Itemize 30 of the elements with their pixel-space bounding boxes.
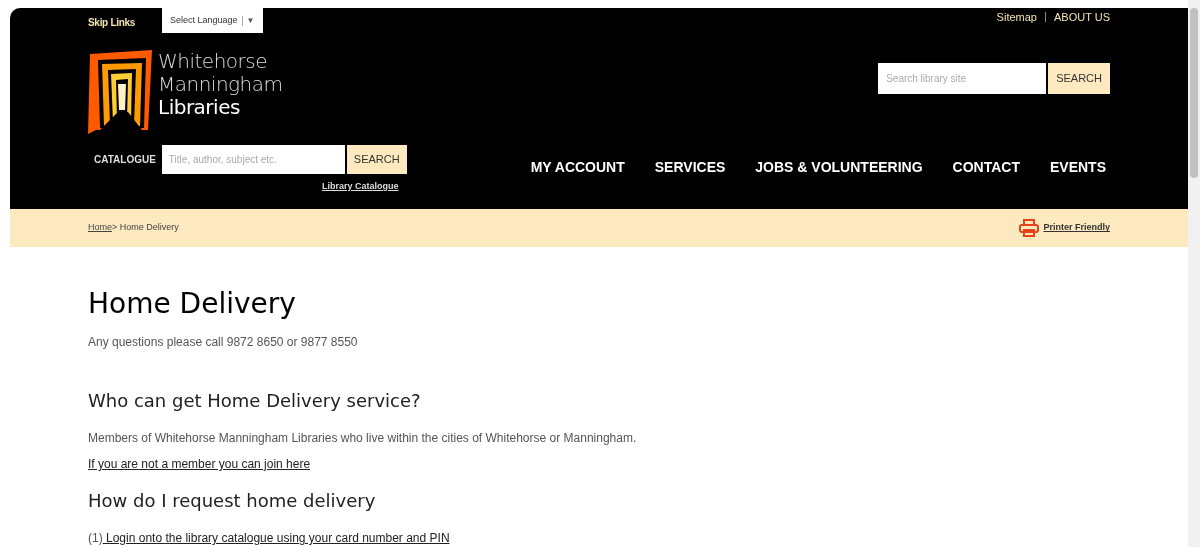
section-heading: Who can get Home Delivery service? [88, 389, 422, 413]
login-link[interactable]: Login onto the library catalogue using your card number and PIN [102, 529, 450, 547]
nav-link[interactable]: MY ACCOUNT [530, 157, 625, 178]
logo-text: Whitehorse Manningham Libraries [158, 50, 283, 119]
intro-text: Any questions please call 9872 8650 or 9877 8550 [88, 334, 359, 351]
sitemap-link[interactable]: Sitemap [996, 9, 1037, 26]
scrollbar[interactable] [1188, 0, 1200, 547]
page-title: Home Delivery [88, 287, 297, 321]
catalogue-search-button[interactable]: SEARCH [346, 145, 407, 174]
section-heading: How do I request home delivery [88, 489, 377, 513]
printer-icon [1019, 219, 1040, 238]
site-search-field[interactable]: Search library site [878, 63, 1047, 94]
site-search-button[interactable]: SEARCH [1048, 63, 1110, 94]
breadcrumb-current: > Home Delivery [112, 221, 179, 235]
skip-links[interactable]: Skip Links [88, 15, 135, 30]
join-link[interactable]: If you are not a member you can join here [88, 457, 311, 471]
home-link[interactable]: Home [88, 221, 112, 235]
step-number: (1) [88, 530, 103, 547]
language-select[interactable]: Select Language ▼ [162, 8, 263, 33]
about-us-link[interactable]: ABOUT US [1053, 9, 1110, 26]
nav-link[interactable]: SERVICES [654, 157, 726, 178]
catalogue-label: CATALOGUE [94, 153, 156, 167]
printer-friendly-link[interactable]: Printer Friendly [1043, 221, 1110, 235]
nav-link[interactable]: CONTACT [952, 157, 1020, 178]
body-text: Members of Whitehorse Manningham Libraries who live within the cities of Whitehorse or Manningham. [88, 430, 638, 447]
catalogue-search-field[interactable]: Title, author, subject etc. [161, 145, 345, 174]
nav-link[interactable]: EVENTS [1050, 157, 1106, 178]
library-catalogue-link[interactable]: Library Catalogue [322, 180, 399, 194]
logo-icon [88, 50, 152, 134]
nav-link[interactable]: JOBS & VOLUNTEERING [755, 157, 923, 178]
